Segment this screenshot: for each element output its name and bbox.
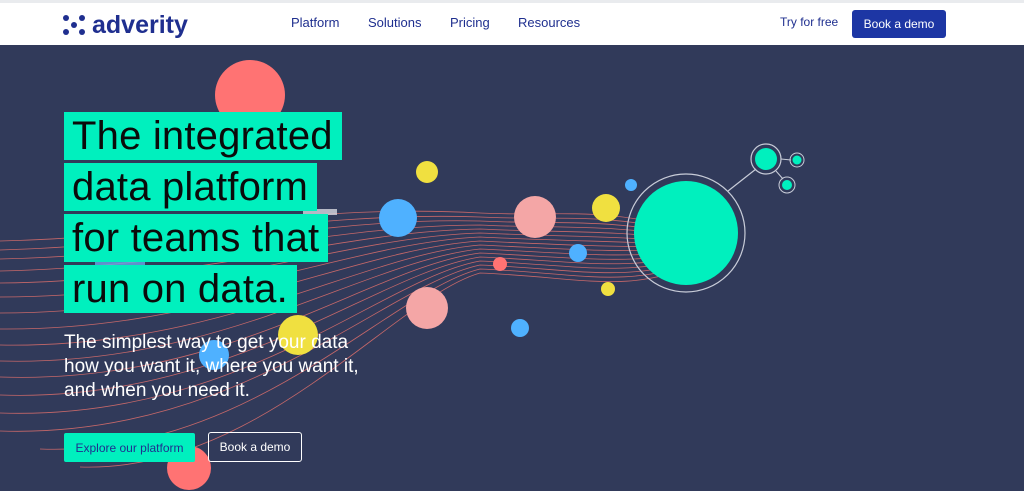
headline-line-3: for teams that bbox=[64, 214, 329, 262]
nav-item-platform[interactable]: Platform bbox=[291, 15, 339, 30]
hub-node bbox=[626, 143, 805, 293]
nav-item-resources[interactable]: Resources bbox=[518, 15, 580, 30]
blue-dot-mid bbox=[569, 244, 587, 262]
hero-section: The integrated data platform for teams t… bbox=[0, 45, 1024, 491]
subheadline-line-2: how you want it, where you want it, bbox=[64, 356, 359, 377]
hero-subheadline: The simplest way to get your data how yo… bbox=[64, 331, 424, 403]
explore-platform-button[interactable]: Explore our platform bbox=[64, 433, 195, 462]
hero-headline: The integrated data platform for teams t… bbox=[64, 112, 424, 316]
blue-dot bbox=[511, 319, 529, 337]
coral-dot bbox=[493, 257, 507, 271]
logo[interactable]: adverity bbox=[62, 11, 188, 39]
headline-line-1: The integrated bbox=[64, 112, 342, 160]
blue-dot-tiny bbox=[625, 179, 637, 191]
header-book-demo-button[interactable]: Book a demo bbox=[852, 10, 946, 38]
headline-line-2: data platform bbox=[64, 163, 318, 211]
pink-bubble bbox=[514, 196, 556, 238]
nav-item-pricing[interactable]: Pricing bbox=[450, 15, 490, 30]
subheadline-line-3: and when you need it. bbox=[64, 380, 250, 401]
subheadline-line-1: The simplest way to get your data bbox=[64, 332, 349, 353]
site-header: adverity Platform Solutions Pricing Reso… bbox=[0, 3, 1024, 45]
hero-book-demo-button[interactable]: Book a demo bbox=[208, 432, 302, 462]
try-for-free-link[interactable]: Try for free bbox=[780, 15, 838, 29]
brand-name: adverity bbox=[92, 11, 188, 39]
yellow-dot-mid bbox=[592, 194, 620, 222]
nav-item-solutions[interactable]: Solutions bbox=[368, 15, 421, 30]
adverity-logo-icon bbox=[62, 14, 86, 36]
headline-line-4: run on data. bbox=[64, 265, 297, 313]
yellow-dot-small bbox=[601, 282, 615, 296]
